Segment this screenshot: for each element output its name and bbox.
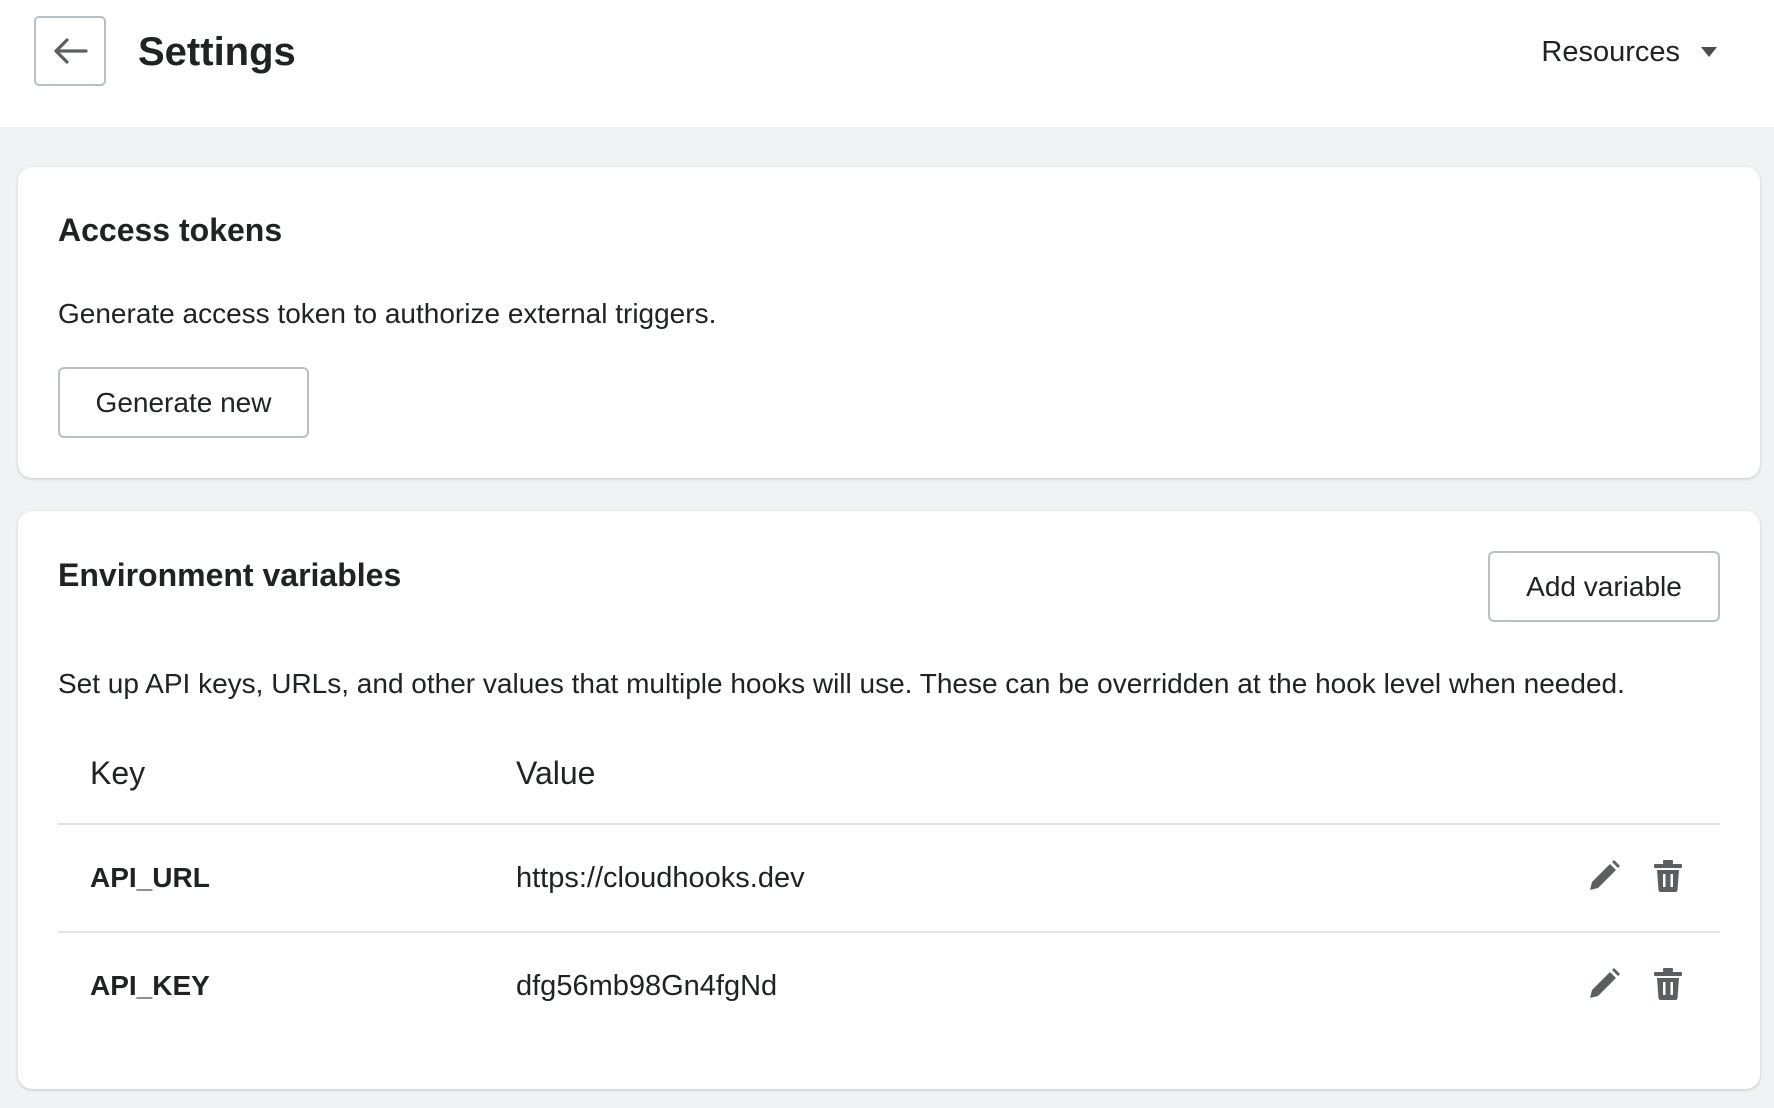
environment-variables-title: Environment variables: [58, 557, 402, 593]
generate-new-button[interactable]: Generate new: [58, 367, 309, 438]
add-variable-button[interactable]: Add variable: [1488, 551, 1720, 622]
arrow-left-icon: [54, 38, 88, 64]
access-tokens-card: Access tokens Generate access token to a…: [18, 167, 1760, 478]
back-button[interactable]: [34, 16, 106, 86]
trash-icon: [1654, 968, 1682, 1000]
variables-table: Key Value API_URL https://cloudhooks.dev: [58, 721, 1720, 1037]
pencil-icon: [1590, 860, 1620, 890]
edit-button[interactable]: [1586, 965, 1622, 1003]
access-tokens-title: Access tokens: [58, 212, 283, 248]
caret-down-icon: [1701, 47, 1717, 57]
table-header: Key Value: [58, 721, 1720, 825]
row-actions: [1586, 857, 1686, 895]
table-row: API_URL https://cloudhooks.dev: [58, 825, 1720, 931]
resources-label: Resources: [1541, 35, 1680, 68]
environment-variables-card: Environment variables Add variable Set u…: [18, 511, 1760, 1089]
edit-button[interactable]: [1586, 857, 1622, 895]
pencil-icon: [1590, 968, 1620, 998]
delete-button[interactable]: [1650, 965, 1686, 1003]
variable-key: API_KEY: [90, 970, 210, 1001]
environment-variables-description: Set up API keys, URLs, and other values …: [58, 668, 1625, 699]
row-actions: [1586, 965, 1686, 1003]
access-tokens-description: Generate access token to authorize exter…: [58, 298, 717, 329]
column-header-value: Value: [516, 755, 596, 791]
delete-button[interactable]: [1650, 857, 1686, 895]
column-header-key: Key: [90, 755, 146, 791]
trash-icon: [1654, 860, 1682, 892]
variable-value: dfg56mb98Gn4fgNd: [516, 970, 778, 1002]
variable-key: API_URL: [90, 862, 210, 893]
resources-menu[interactable]: Resources: [1541, 30, 1718, 74]
variable-value: https://cloudhooks.dev: [516, 862, 805, 894]
page-title: Settings: [138, 30, 296, 74]
top-bar: Settings Resources: [0, 0, 1774, 127]
table-row: API_KEY dfg56mb98Gn4fgNd: [58, 931, 1720, 1037]
